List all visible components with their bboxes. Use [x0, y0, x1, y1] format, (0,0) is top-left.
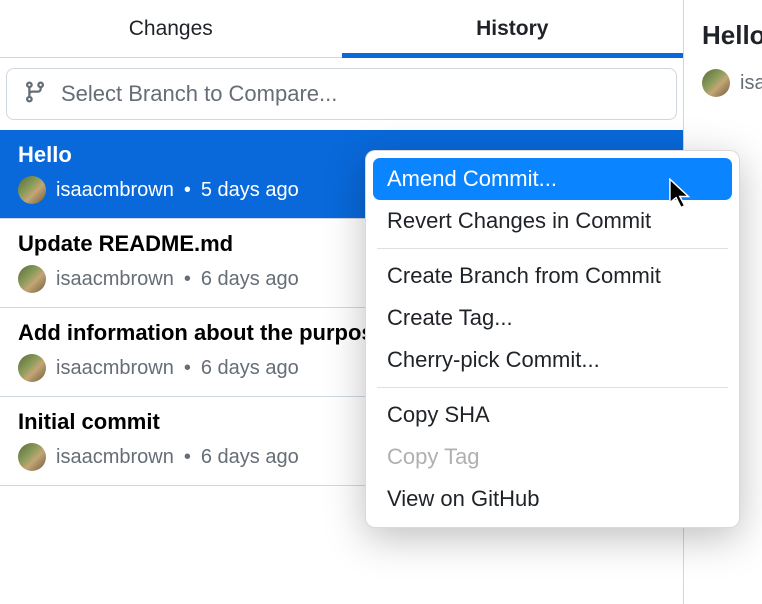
commit-separator: •	[184, 268, 191, 291]
avatar	[18, 354, 46, 382]
avatar	[18, 443, 46, 471]
commit-separator: •	[184, 357, 191, 380]
menu-item-create-branch[interactable]: Create Branch from Commit	[373, 255, 732, 297]
commit-author: isaacmbrown	[56, 446, 174, 469]
menu-item-label: Create Branch from Commit	[387, 263, 661, 288]
commit-time: 5 days ago	[201, 179, 299, 202]
menu-item-label: Copy SHA	[387, 402, 490, 427]
commit-time: 6 days ago	[201, 268, 299, 291]
menu-item-label: Amend Commit...	[387, 166, 557, 191]
context-menu: Amend Commit... Revert Changes in Commit…	[365, 150, 740, 528]
avatar	[702, 69, 730, 97]
menu-item-label: Revert Changes in Commit	[387, 208, 651, 233]
menu-item-label: View on GitHub	[387, 486, 539, 511]
menu-item-create-tag[interactable]: Create Tag...	[373, 297, 732, 339]
menu-item-cherry-pick[interactable]: Cherry-pick Commit...	[373, 339, 732, 381]
avatar	[18, 265, 46, 293]
commit-detail-title: Hello	[684, 0, 762, 51]
tab-changes[interactable]: Changes	[0, 0, 342, 57]
menu-separator	[377, 387, 728, 388]
tab-changes-label: Changes	[129, 17, 213, 41]
branch-compare-placeholder: Select Branch to Compare...	[61, 81, 337, 107]
branch-compare-selector[interactable]: Select Branch to Compare...	[6, 68, 677, 120]
menu-item-revert-changes[interactable]: Revert Changes in Commit	[373, 200, 732, 242]
commit-detail-author: isaacmbrown	[740, 72, 762, 95]
menu-item-label: Create Tag...	[387, 305, 513, 330]
menu-item-copy-sha[interactable]: Copy SHA	[373, 394, 732, 436]
menu-item-copy-tag: Copy Tag	[373, 436, 732, 478]
commit-separator: •	[184, 179, 191, 202]
tab-history-label: History	[476, 17, 548, 41]
commit-time: 6 days ago	[201, 446, 299, 469]
menu-item-amend-commit[interactable]: Amend Commit...	[373, 158, 732, 200]
menu-item-label: Cherry-pick Commit...	[387, 347, 600, 372]
commit-time: 6 days ago	[201, 357, 299, 380]
commit-separator: •	[184, 446, 191, 469]
git-branch-icon	[23, 80, 47, 109]
menu-separator	[377, 248, 728, 249]
tab-history[interactable]: History	[342, 0, 684, 57]
avatar	[18, 176, 46, 204]
commit-author: isaacmbrown	[56, 357, 174, 380]
commit-author: isaacmbrown	[56, 179, 174, 202]
menu-item-label: Copy Tag	[387, 444, 480, 469]
tab-bar: Changes History	[0, 0, 683, 58]
commit-author: isaacmbrown	[56, 268, 174, 291]
menu-item-view-on-github[interactable]: View on GitHub	[373, 478, 732, 520]
commit-detail-meta: isaacmbrown	[684, 51, 762, 97]
